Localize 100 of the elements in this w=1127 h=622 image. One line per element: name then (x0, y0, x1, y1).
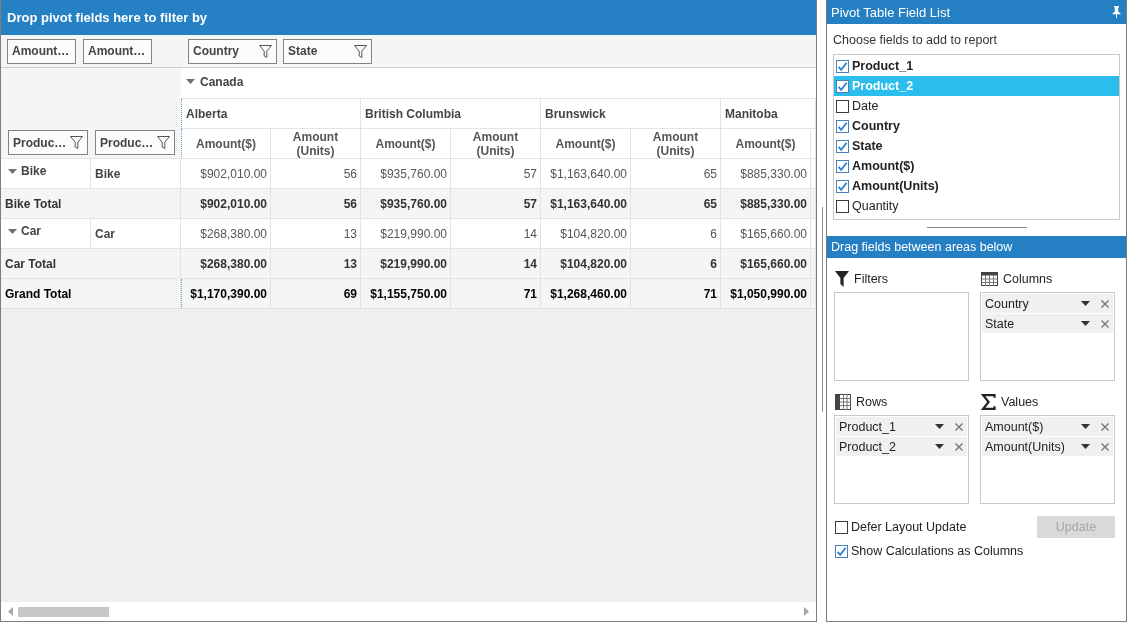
drop-zone-hint: Drop pivot fields here to filter by (7, 10, 208, 25)
field-list-item[interactable]: Date (834, 96, 1119, 116)
column-header: Canada (200, 75, 244, 89)
filter-icon[interactable] (70, 136, 83, 149)
table-cell: 56 (271, 189, 361, 219)
field-list-item[interactable]: State (834, 136, 1119, 156)
checkbox[interactable] (836, 79, 849, 93)
area-label: Columns (1003, 271, 1053, 286)
filter-icon[interactable] (354, 44, 367, 58)
area-field-item[interactable]: State (982, 314, 1113, 333)
column-header: Amount (Units) (451, 129, 541, 159)
area-field-item[interactable]: Amount(Units) (982, 437, 1113, 456)
area-field-item[interactable]: Country (982, 294, 1113, 313)
checkbox[interactable] (836, 59, 849, 73)
column-header: Alberta (181, 99, 361, 129)
field-button[interactable]: Amount… (83, 38, 152, 64)
table-cell: 71 (631, 279, 721, 309)
column-header: Amount($) (361, 129, 451, 159)
field-list-item[interactable]: Country (834, 116, 1119, 136)
close-icon[interactable] (1101, 422, 1109, 431)
column-header: British Columbia (361, 99, 541, 129)
column-header: Amount (Units) (271, 129, 361, 159)
dropdown-caret-icon[interactable] (935, 424, 944, 429)
scrollbar-thumb[interactable] (18, 606, 109, 617)
column-header: Manitoba (721, 99, 816, 129)
caret-icon[interactable] (186, 79, 195, 84)
checkbox-label[interactable]: Show Calculations as Columns (851, 544, 1024, 558)
field-button[interactable]: Country (188, 38, 277, 64)
row-header: Bike Total (1, 189, 181, 219)
column-header: Amount($) (181, 129, 271, 159)
table-cell: $1,268,460.00 (541, 279, 631, 309)
table-cell: 13 (271, 249, 361, 279)
table-cell: $219,990.00 (361, 249, 451, 279)
table-cell: $1,155,750.00 (361, 279, 451, 309)
table-cell: 14 (451, 249, 541, 279)
filter-icon[interactable] (259, 44, 272, 58)
area-field-item[interactable]: Product_2 (836, 437, 967, 456)
column-header: Amount($) (721, 129, 811, 159)
table-cell: $104,820.00 (541, 249, 631, 279)
area-field-item[interactable]: Product_1 (836, 417, 967, 436)
close-icon[interactable] (1101, 319, 1109, 328)
table-cell: 6 (631, 249, 721, 279)
area-field-item[interactable]: Amount($) (982, 417, 1113, 436)
checkbox[interactable] (836, 179, 849, 193)
caret-icon[interactable] (8, 169, 17, 174)
field-button[interactable]: Amount… (7, 38, 76, 64)
checkbox[interactable] (835, 544, 848, 558)
checkbox[interactable] (836, 139, 849, 153)
field-button[interactable]: State (283, 38, 372, 64)
dropdown-caret-icon[interactable] (1081, 444, 1090, 449)
section-title: Drag fields between areas below (831, 240, 1013, 254)
checkbox[interactable] (835, 520, 848, 534)
row-header: Car (21, 224, 41, 238)
scroll-right-icon[interactable] (804, 607, 809, 616)
table-cell: $902,010.00 (181, 189, 271, 219)
table-cell: 57 (451, 189, 541, 219)
field-button[interactable]: Produc… (8, 130, 88, 155)
close-icon[interactable] (955, 422, 963, 431)
row-header: Grand Total (1, 279, 181, 309)
close-icon[interactable] (955, 442, 963, 451)
scroll-left-icon[interactable] (8, 607, 13, 616)
table-icon (981, 271, 998, 286)
dropdown-caret-icon[interactable] (1081, 424, 1090, 429)
area-label: Rows (856, 394, 888, 409)
table-cell: $1,170,390.00 (181, 279, 271, 309)
row-header: Car Total (1, 249, 181, 279)
dropdown-caret-icon[interactable] (1081, 321, 1090, 326)
checkbox[interactable] (836, 199, 849, 213)
column-header: Amount($) (541, 129, 631, 159)
field-list-item[interactable]: Amount($) (834, 156, 1119, 176)
field-list-item[interactable]: Product_1 (834, 56, 1119, 76)
horizontal-scrollbar[interactable] (1, 602, 816, 621)
pin-icon[interactable] (1112, 6, 1121, 18)
table-cell: $885,330.00 (721, 189, 811, 219)
close-icon[interactable] (1101, 442, 1109, 451)
checkbox[interactable] (836, 119, 849, 133)
checkbox[interactable] (836, 159, 849, 173)
row-header: Bike (21, 164, 47, 178)
caret-icon[interactable] (8, 229, 17, 234)
checkbox-label[interactable]: Defer Layout Update (851, 520, 967, 534)
table-cell: $268,380.00 (181, 249, 271, 279)
table-cell: $935,760.00 (361, 189, 451, 219)
field-list-item[interactable]: Quantity (834, 196, 1119, 216)
table-cell: 69 (271, 279, 361, 309)
funnel-icon (835, 270, 849, 287)
panel-title: Pivot Table Field List (831, 4, 950, 20)
close-icon[interactable] (1101, 299, 1109, 308)
checkbox[interactable] (836, 99, 849, 113)
field-list-item[interactable]: Amount(Units) (834, 176, 1119, 196)
table-cell: $1,163,640.00 (541, 189, 631, 219)
rows-icon (835, 393, 851, 410)
field-button[interactable]: Produc… (95, 130, 175, 155)
column-header: Brunswick (541, 99, 721, 129)
dropdown-caret-icon[interactable] (935, 444, 944, 449)
dropdown-caret-icon[interactable] (1081, 301, 1090, 306)
filter-icon[interactable] (157, 136, 170, 149)
list-prompt: Choose fields to add to report (833, 33, 997, 48)
sigma-icon (981, 393, 996, 410)
column-header: Amount (Units) (631, 129, 721, 159)
area-label: Filters (854, 271, 889, 286)
